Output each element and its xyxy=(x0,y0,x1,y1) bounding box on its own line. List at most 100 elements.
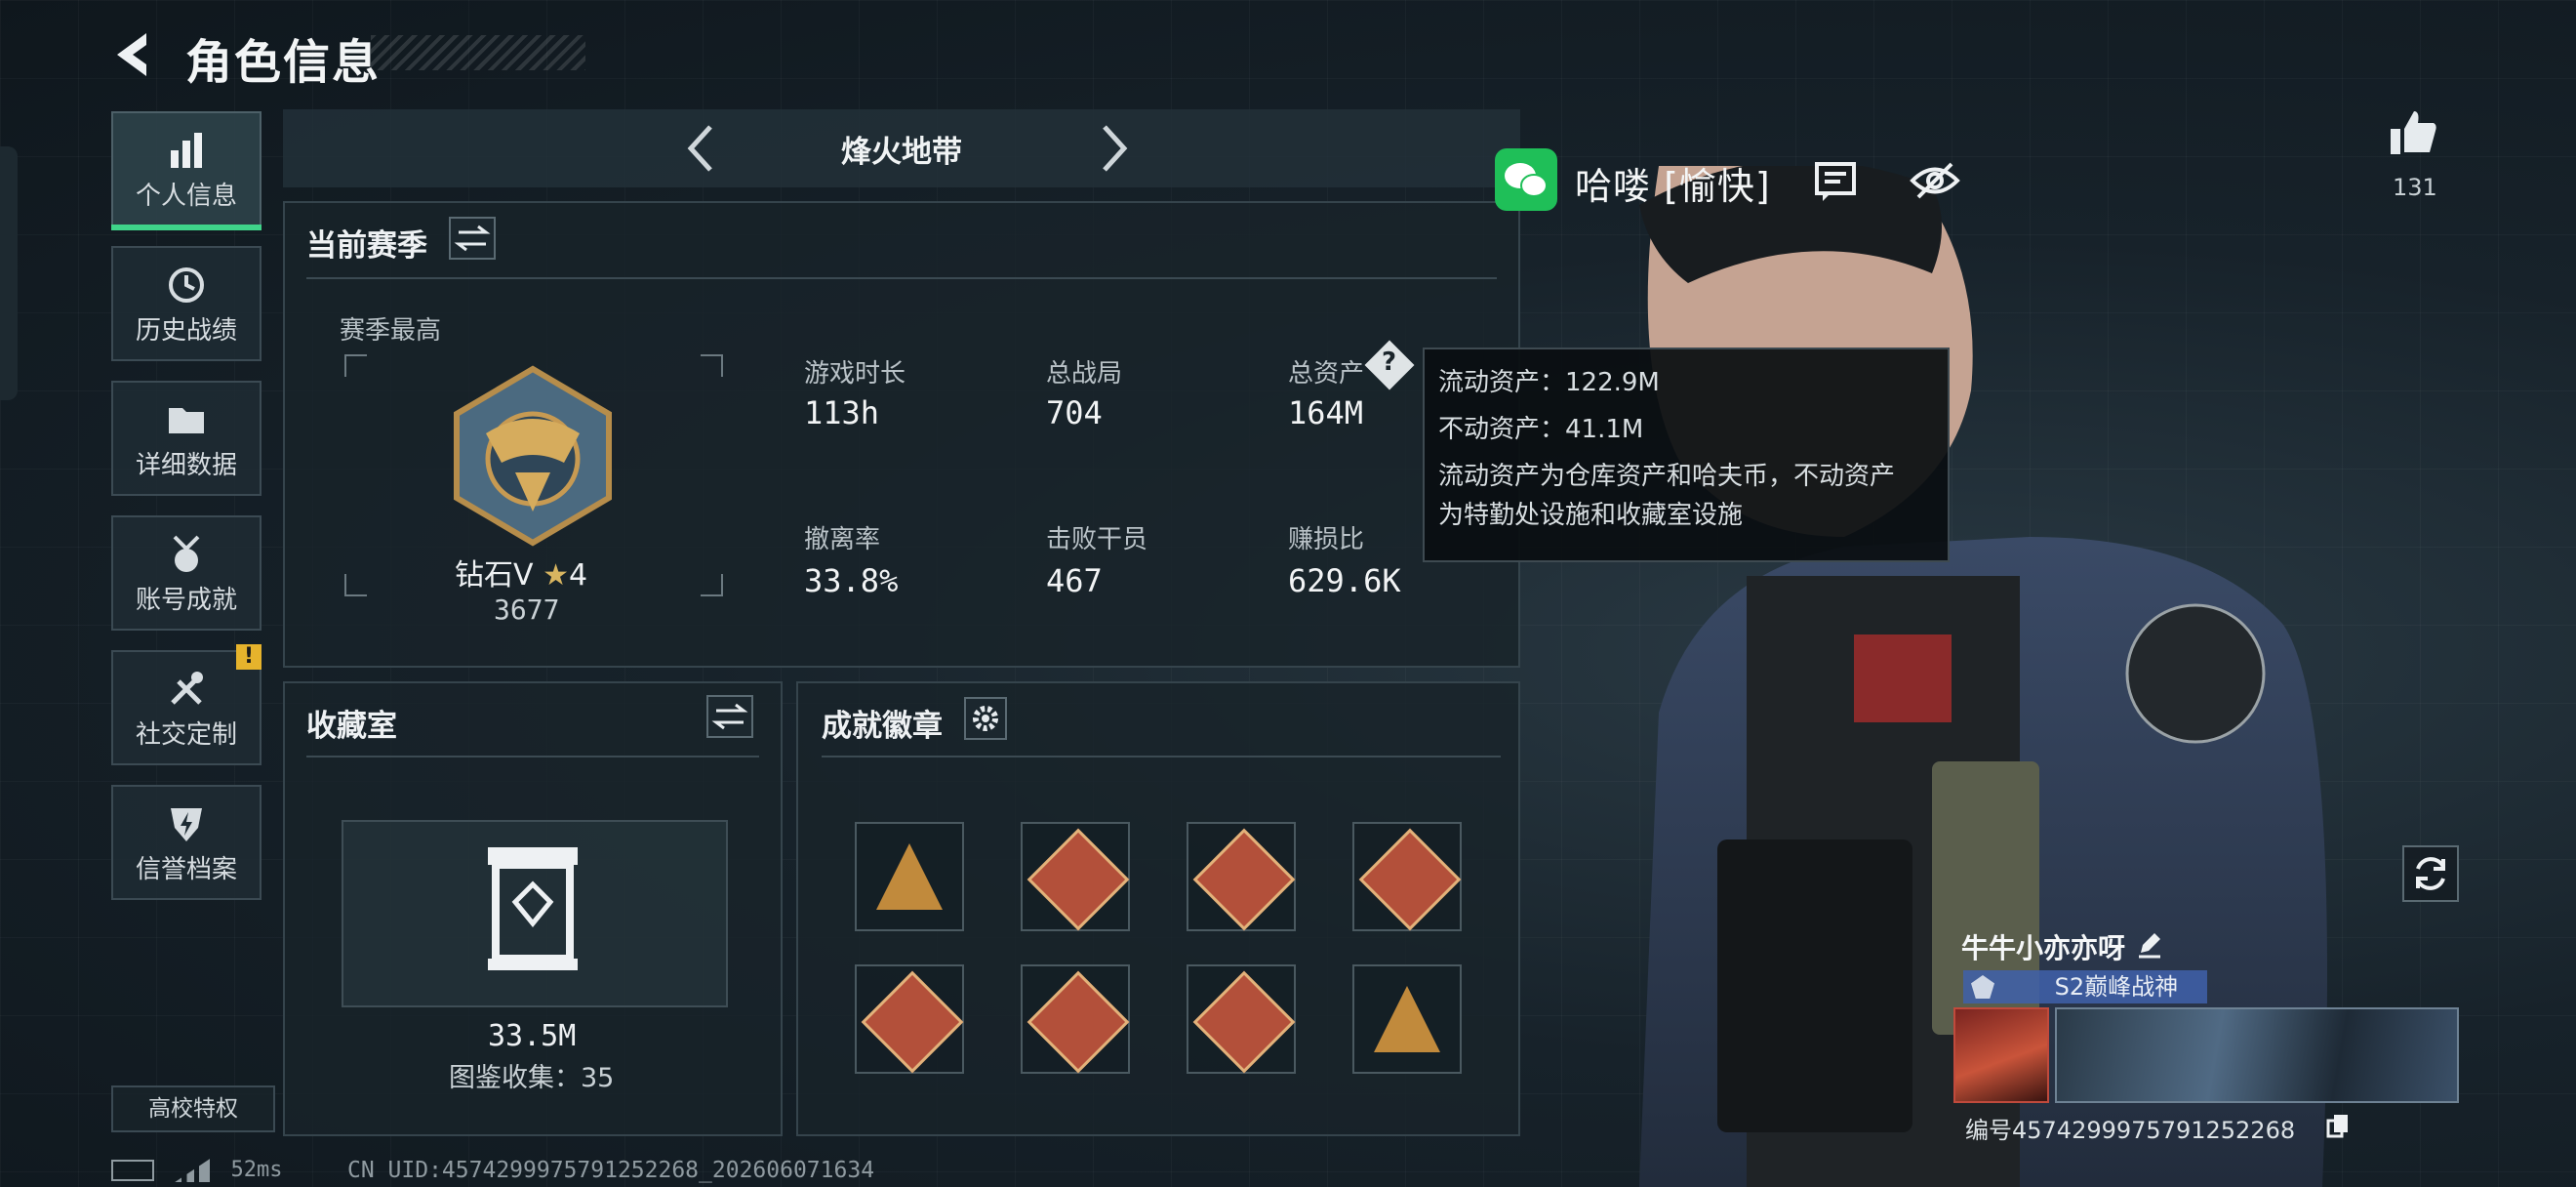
uid-text: CN UID:4574299975791252268_202606071634 xyxy=(347,1158,875,1183)
swap-icon xyxy=(711,703,748,730)
player-name-card[interactable] xyxy=(2055,1007,2459,1103)
player-name: 牛牛小亦亦呀 xyxy=(1961,932,2126,964)
stat-value: 33.8% xyxy=(804,562,899,599)
season-best-label: 赛季最高 xyxy=(340,316,442,346)
achievement-badge[interactable] xyxy=(1352,822,1462,931)
collection-value: 33.5M xyxy=(488,1019,577,1053)
tooltip-liquid: 流动资产：122.9M xyxy=(1438,368,1660,397)
dragon-badge-icon xyxy=(861,970,964,1074)
stat-value: 467 xyxy=(1046,562,1103,599)
nav-item-label: 历史战绩 xyxy=(135,316,237,346)
title-decoration xyxy=(371,35,585,70)
college-privilege-button[interactable]: 高校特权 xyxy=(111,1085,275,1132)
nav-item-credit-record[interactable]: 信誉档案 xyxy=(111,785,262,900)
tooltip-fixed: 不动资产：41.1M xyxy=(1438,415,1644,444)
nav-item-label: 社交定制 xyxy=(135,720,237,750)
edit-pencil-icon[interactable] xyxy=(2135,929,2164,959)
gear-icon xyxy=(973,706,998,731)
badges-settings-button[interactable] xyxy=(964,697,1007,740)
stat-label: 总资产 xyxy=(1288,359,1365,389)
signal-icon xyxy=(175,1159,211,1182)
folder-icon xyxy=(169,408,204,433)
next-mode-arrow-icon[interactable] xyxy=(1083,119,1142,178)
achievement-badge[interactable] xyxy=(855,964,964,1074)
hide-eye-icon[interactable] xyxy=(1909,158,1961,203)
nav-item-achievements[interactable]: 账号成就 xyxy=(111,515,262,631)
divider xyxy=(306,277,1497,279)
alert-badge: ! xyxy=(236,644,262,670)
medal-icon xyxy=(173,535,200,572)
diamond-rank-emblem-icon xyxy=(454,365,612,547)
stat-value: 629.6K xyxy=(1288,562,1401,599)
collection-switch-button[interactable] xyxy=(706,695,753,738)
swap-icon xyxy=(454,225,491,252)
copy-icon[interactable] xyxy=(2326,1113,2350,1138)
rank-display: 钻石V ★4 xyxy=(455,551,587,594)
season-title: 当前赛季 xyxy=(306,228,427,264)
mode-selector: 烽火地带 xyxy=(283,109,1520,187)
stat-value: 704 xyxy=(1046,394,1103,431)
thumbs-up-icon[interactable] xyxy=(2387,105,2441,160)
season-switch-button[interactable] xyxy=(449,217,496,260)
rotate-character-button[interactable] xyxy=(2402,845,2459,902)
like-count: 131 xyxy=(2393,174,2437,201)
stat-label: 游戏时长 xyxy=(804,359,906,389)
runner-badge-icon xyxy=(1358,828,1462,931)
achievement-badge[interactable] xyxy=(1021,822,1130,931)
stat-value: 164M xyxy=(1288,394,1364,431)
rank-star-icon: ★ xyxy=(543,558,569,593)
achievement-badge[interactable] xyxy=(855,822,964,931)
dragon-badge-icon xyxy=(1026,970,1130,1074)
shield-bolt-icon xyxy=(171,808,202,841)
player-id: 编号4574299975791252268 xyxy=(1965,1117,2296,1144)
runner-badge-icon xyxy=(1192,970,1296,1074)
divider xyxy=(822,756,1501,757)
battery-icon xyxy=(111,1160,154,1181)
back-arrow-icon[interactable] xyxy=(107,27,162,82)
nav-item-personal-info[interactable]: 个人信息 xyxy=(111,111,262,230)
rank-score: 3677 xyxy=(494,594,560,626)
catalog-count: 图鉴收集：35 xyxy=(449,1063,615,1093)
nav-item-label: 详细数据 xyxy=(135,451,237,480)
wechat-icon[interactable] xyxy=(1495,148,1557,211)
player-title-text: S2巅峰战神 xyxy=(2054,973,2179,1001)
college-label: 高校特权 xyxy=(148,1096,238,1122)
tools-icon xyxy=(171,672,203,705)
nav-item-label: 个人信息 xyxy=(135,182,237,211)
stat-label: 击败干员 xyxy=(1046,525,1148,554)
help-glyph: ? xyxy=(1382,348,1397,377)
history-clock-icon xyxy=(169,267,204,303)
player-title-tag: S2巅峰战神 xyxy=(1963,970,2207,1003)
network-status: 52ms xyxy=(111,1158,282,1182)
title-emblem-icon xyxy=(1971,975,1994,999)
assets-tooltip: 流动资产：122.9M 不动资产：41.1M 流动资产为仓库资产和哈夫币，不动资… xyxy=(1423,348,1950,562)
achievement-badge[interactable] xyxy=(1187,822,1296,931)
stat-label: 总战局 xyxy=(1046,359,1123,389)
nav-item-history[interactable]: 历史战绩 xyxy=(111,246,262,361)
bar-chart-icon xyxy=(171,133,202,168)
nav-item-label: 信誉档案 xyxy=(135,855,237,884)
badges-title: 成就徽章 xyxy=(822,709,943,744)
collection-title: 收藏室 xyxy=(306,709,397,744)
achievement-badge[interactable] xyxy=(1187,964,1296,1074)
message-edit-icon[interactable] xyxy=(1813,158,1858,203)
tooltip-desc-line1: 流动资产为仓库资产和哈夫币，不动资产 xyxy=(1438,462,1896,491)
side-drawer-handle[interactable] xyxy=(0,146,18,400)
wolf-badge-icon xyxy=(1026,828,1130,931)
tooltip-desc-line2: 为特勤处设施和收藏室设施 xyxy=(1438,501,1744,530)
achievement-badge[interactable] xyxy=(1021,964,1130,1074)
page-title: 角色信息 xyxy=(185,35,382,90)
divider xyxy=(306,756,759,757)
player-status-message: 哈喽 [愉快] xyxy=(1575,165,1771,208)
avatar[interactable] xyxy=(1953,1007,2049,1103)
ping-value: 52ms xyxy=(230,1158,283,1182)
achievement-badge[interactable] xyxy=(1352,964,1462,1074)
stat-label: 赚损比 xyxy=(1288,525,1365,554)
wolf-badge-icon xyxy=(1192,828,1296,931)
refresh-icon xyxy=(2416,857,2445,890)
nav-item-label: 账号成就 xyxy=(135,586,237,615)
nav-item-detailed-data[interactable]: 详细数据 xyxy=(111,381,262,496)
pyramid-badge-icon xyxy=(1374,986,1440,1052)
mode-name: 烽火地带 xyxy=(841,135,962,170)
triangle-badge-icon xyxy=(876,843,943,910)
